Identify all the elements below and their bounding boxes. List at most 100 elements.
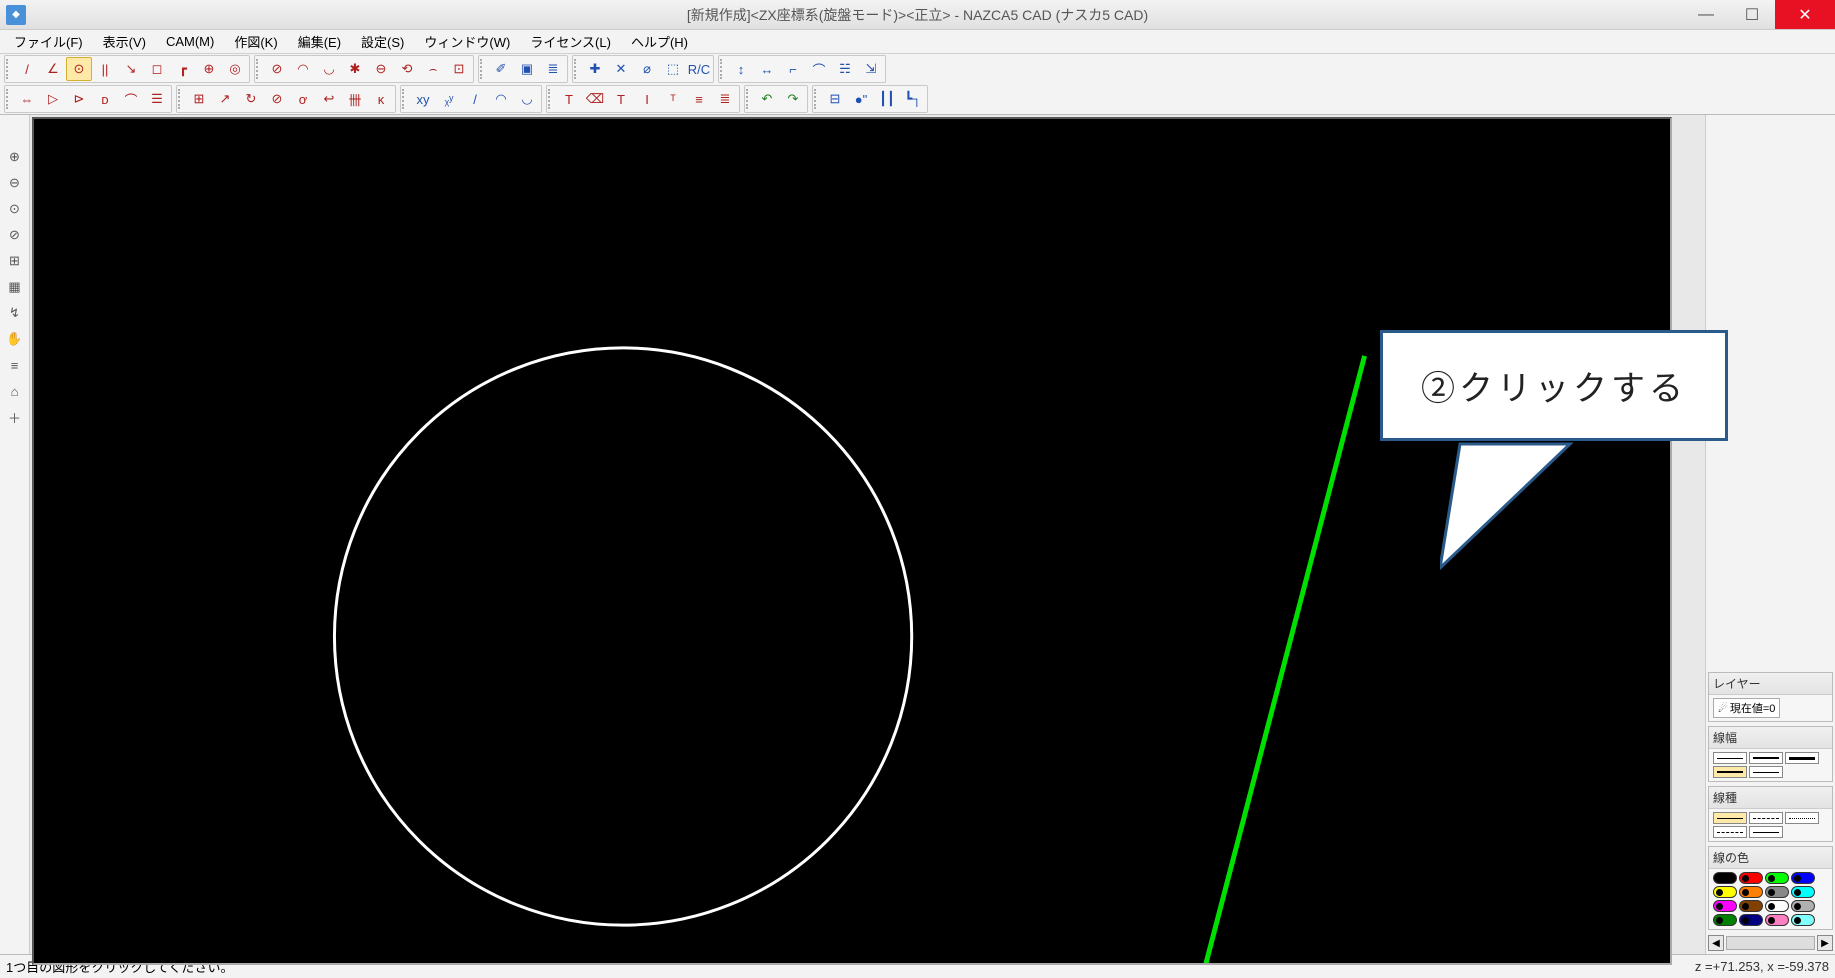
toolbar-button[interactable]: / [462,87,488,111]
linewidth-thin[interactable] [1713,752,1747,764]
toolbar-button[interactable]: ⌢ [420,57,446,81]
toolbar-button[interactable]: ⌀ [634,57,660,81]
toolbar-button[interactable]: ◠ [488,87,514,111]
toolbar-button[interactable]: ↩ [316,87,342,111]
toolbar-button[interactable]: ⟲ [394,57,420,81]
menu-edit[interactable]: 編集(E) [290,30,349,53]
toolbar-button[interactable]: ☵ [832,57,858,81]
linetype-dot[interactable] [1785,812,1819,824]
toolbar-button[interactable]: ⊙ [66,57,92,81]
toolbar-button[interactable]: ●" [848,87,874,111]
linewidth-selected[interactable] [1713,766,1747,778]
toolbar-button[interactable]: ⌒ [118,87,144,111]
left-toolbar-button[interactable]: ⊙ [3,197,27,221]
toolbar-button[interactable]: ┏ [170,57,196,81]
toolbar-button[interactable]: ↔ [754,57,780,81]
color-swatch[interactable] [1791,914,1815,926]
color-swatch[interactable] [1739,872,1763,884]
toolbar-button[interactable]: ⊟ [822,87,848,111]
toolbar-button[interactable]: ▣ [514,57,540,81]
toolbar-button[interactable]: ⊕ [196,57,222,81]
toolbar-button[interactable]: ⊘ [264,87,290,111]
canvas-circle[interactable] [334,348,911,925]
left-toolbar-button[interactable]: ⌂ [3,379,27,403]
toolbar-button[interactable]: ↷ [780,87,806,111]
left-toolbar-button[interactable]: ⊖ [3,171,27,195]
toolbar-button[interactable]: ✐ [488,57,514,81]
toolbar-button[interactable]: ≣ [540,57,566,81]
toolbar-button[interactable]: ⊡ [446,57,472,81]
left-toolbar-button[interactable]: ⊞ [3,249,27,273]
left-toolbar-button[interactable]: ⊕ [3,145,27,169]
close-button[interactable]: ✕ [1775,0,1835,29]
toolbar-button[interactable]: ↗ [212,87,238,111]
left-toolbar-button[interactable]: ＋ [3,405,27,429]
toolbar-button[interactable]: ✕ [608,57,634,81]
toolbar-button[interactable]: ⊖ [368,57,394,81]
menu-draw[interactable]: 作図(K) [226,30,285,53]
toolbar-button[interactable]: ◡ [316,57,342,81]
toolbar-button[interactable]: R/C [686,57,712,81]
toolbar-button[interactable]: ◎ [222,57,248,81]
color-swatch[interactable] [1739,886,1763,898]
toolbar-button[interactable]: ⊘ [264,57,290,81]
maximize-button[interactable]: ☐ [1729,0,1775,29]
toolbar-button[interactable]: ⌐ [780,57,806,81]
color-swatch[interactable] [1791,900,1815,912]
toolbar-button[interactable]: ◻ [144,57,170,81]
toolbar-button[interactable]: ✚ [582,57,608,81]
minimize-button[interactable]: — [1683,0,1729,29]
toolbar-button[interactable]: ⇲ [858,57,884,81]
toolbar-button[interactable]: ≡ [686,87,712,111]
color-swatch[interactable] [1765,914,1789,926]
panel-scrollbar[interactable]: ◀ ▶ [1708,934,1833,952]
menu-cam[interactable]: CAM(M) [158,32,222,51]
toolbar-button[interactable]: 卌 [342,87,368,111]
toolbar-button[interactable]: I [634,87,660,111]
toolbar-button[interactable]: xy [410,87,436,111]
color-swatch[interactable] [1791,886,1815,898]
scroll-right-icon[interactable]: ▶ [1817,935,1833,951]
linetype-solid[interactable] [1713,812,1747,824]
toolbar-button[interactable]: ⊞ [186,87,212,111]
toolbar-button[interactable]: ↕ [728,57,754,81]
linetype-dashdot[interactable] [1713,826,1747,838]
toolbar-button[interactable]: ≣ [712,87,738,111]
canvas-green-line[interactable] [1200,356,1364,963]
toolbar-button[interactable]: / [14,57,40,81]
linetype-dash[interactable] [1749,812,1783,824]
toolbar-button[interactable]: ┗┐ [900,87,926,111]
scroll-thumb[interactable] [1726,936,1815,950]
toolbar-button[interactable]: || [92,57,118,81]
color-swatch[interactable] [1739,914,1763,926]
color-swatch[interactable] [1765,900,1789,912]
toolbar-button[interactable]: T [556,87,582,111]
linewidth-extra[interactable] [1749,766,1783,778]
color-swatch[interactable] [1765,872,1789,884]
toolbar-button[interactable]: ☰ [144,87,170,111]
linetype-solid2[interactable] [1749,826,1783,838]
menu-window[interactable]: ウィンドウ(W) [416,30,518,53]
color-swatch[interactable] [1713,872,1737,884]
left-toolbar-button[interactable]: ▦ [3,275,27,299]
toolbar-button[interactable]: ơ [290,87,316,111]
toolbar-button[interactable]: T [608,87,634,111]
toolbar-button[interactable]: ◡ [514,87,540,111]
toolbar-button[interactable]: ⇔ [14,87,40,111]
toolbar-button[interactable]: ◠ [290,57,316,81]
menu-help[interactable]: ヘルプ(H) [623,30,696,53]
toolbar-button[interactable]: ᵀ [660,87,686,111]
linewidth-thick[interactable] [1785,752,1819,764]
menu-view[interactable]: 表示(V) [95,30,154,53]
color-swatch[interactable] [1713,914,1737,926]
left-toolbar-button[interactable]: ⊘ [3,223,27,247]
toolbar-button[interactable]: ↘ [118,57,144,81]
toolbar-button[interactable]: ⊳ [66,87,92,111]
toolbar-button[interactable]: ∠ [40,57,66,81]
toolbar-button[interactable]: ⬚ [660,57,686,81]
toolbar-button[interactable]: ᵪʸ [436,87,462,111]
toolbar-button[interactable]: ⌫ [582,87,608,111]
drawing-canvas[interactable] [32,117,1672,965]
toolbar-button[interactable]: ⌒ [806,57,832,81]
toolbar-button[interactable]: ᴋ [368,87,394,111]
